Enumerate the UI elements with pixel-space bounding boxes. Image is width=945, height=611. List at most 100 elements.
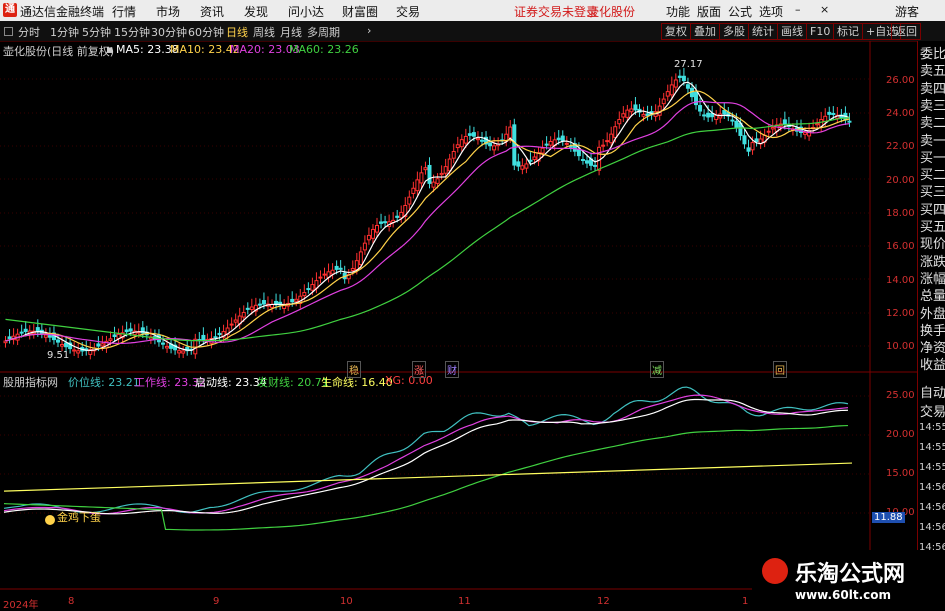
biaoji-button[interactable]: 标记 <box>833 23 863 40</box>
candle-body <box>165 345 170 349</box>
menu-jiaoyi[interactable]: 交易 <box>396 3 420 20</box>
auto-trade-item[interactable]: 自动 <box>920 384 945 404</box>
minimize-icon[interactable]: – <box>795 3 801 16</box>
menu-faxian[interactable]: 发现 <box>244 3 268 20</box>
candle-body <box>47 335 52 338</box>
user-label[interactable]: 游客 <box>895 3 919 20</box>
watermark-url: www.60lt.com <box>795 588 892 602</box>
candle-body <box>544 143 549 146</box>
candle-body <box>702 114 707 117</box>
candle-body <box>479 139 484 142</box>
app-title: 通达信金融终端 <box>20 5 105 19</box>
candle-body <box>350 267 355 271</box>
candle-body <box>528 159 533 162</box>
tab-fenshi[interactable]: 分时 <box>18 24 40 40</box>
candle-body <box>43 334 48 338</box>
menu-shichang[interactable]: 市场 <box>156 3 180 20</box>
diejia-button[interactable]: 叠加 <box>690 23 720 40</box>
tongji-button[interactable]: 统计 <box>748 23 778 40</box>
tab-15min[interactable]: 15分钟 <box>114 24 150 40</box>
tab-multi-period[interactable]: 多周期 <box>307 24 340 40</box>
duogu-button[interactable]: 多股 <box>719 23 749 40</box>
menu-caifuquan[interactable]: 财富圈 <box>342 3 378 20</box>
candle-body <box>160 342 165 345</box>
candle-body <box>415 179 420 192</box>
date-label: 12 <box>597 596 610 607</box>
tab-monthly[interactable]: 月线 <box>280 24 302 40</box>
menu-gongshi[interactable]: 公式 <box>728 3 752 20</box>
candle-body <box>520 165 525 170</box>
tab-60min[interactable]: 60分钟 <box>188 24 224 40</box>
candle-body <box>471 132 476 137</box>
menu-wenxiaoda[interactable]: 问小达 <box>288 3 324 20</box>
more-chevron-icon[interactable]: › <box>367 24 371 37</box>
candle-body <box>451 151 456 159</box>
candle-body <box>112 334 117 338</box>
tab-weekly[interactable]: 周线 <box>253 24 275 40</box>
sub-y-axis-label: 20.00 <box>886 429 915 440</box>
candle-body <box>124 329 129 333</box>
candle-body <box>548 141 553 146</box>
candle-body <box>722 110 727 115</box>
candle-body <box>241 311 246 318</box>
stock-menu[interactable]: 壶化股份 <box>587 3 635 20</box>
candle-body <box>72 349 77 352</box>
candle-body <box>201 334 206 341</box>
fuquan-button[interactable]: 复权 <box>661 23 691 40</box>
candle-body <box>177 350 182 354</box>
date-label: 9 <box>213 596 220 607</box>
low-price-label: 9.51 <box>47 350 70 361</box>
tab-1min[interactable]: 1分钟 <box>50 24 79 40</box>
tab-daily[interactable]: 日线 <box>226 24 248 40</box>
trade-time: 14:55 <box>919 442 945 453</box>
trade-login-notice[interactable]: 证券交易未登录 <box>514 3 598 20</box>
candle-body <box>831 112 836 115</box>
candle-body <box>750 142 755 151</box>
jiaweixian-line <box>3 386 849 514</box>
candle-body <box>847 120 852 123</box>
tab-5min[interactable]: 5分钟 <box>82 24 111 40</box>
candle-body <box>815 123 820 126</box>
date-label: 10 <box>340 596 353 607</box>
huaxian-button[interactable]: 画线 <box>777 23 807 40</box>
menu-gongneng[interactable]: 功能 <box>666 3 690 20</box>
kline-chart[interactable] <box>0 41 917 609</box>
marker-jian: 减 <box>650 361 664 378</box>
candle-body <box>661 98 666 105</box>
candle-body <box>463 135 468 144</box>
candle-body <box>698 105 703 112</box>
candle-body <box>55 339 60 343</box>
menu-hangqing[interactable]: 行情 <box>112 3 136 20</box>
candle-body <box>322 273 327 276</box>
candle-body <box>782 119 787 126</box>
candle-body <box>249 306 254 311</box>
f10-button[interactable]: F10 <box>806 23 835 40</box>
candle-body <box>217 332 222 336</box>
candle-body <box>229 323 234 326</box>
back-button[interactable]: 返回 <box>891 23 921 40</box>
candle-body <box>411 187 416 194</box>
candle-body <box>629 108 634 113</box>
auto-trade-item[interactable]: 交易 <box>920 403 945 423</box>
tab-30min[interactable]: 30分钟 <box>151 24 187 40</box>
candle-body <box>435 178 440 184</box>
candle-body <box>261 300 266 305</box>
candle-body <box>338 267 343 270</box>
menu-zixun[interactable]: 资讯 <box>200 3 224 20</box>
trade-time: 14:56 <box>919 502 945 513</box>
indicator-name: 股朋指标网 <box>3 376 58 389</box>
candle-body <box>681 75 686 82</box>
candle-body <box>605 140 610 143</box>
candle-body <box>827 111 832 115</box>
menu-xuanxiang[interactable]: 选项 <box>759 3 783 20</box>
candle-body <box>294 298 299 302</box>
qidongxian-line <box>3 398 848 515</box>
menu-banmian[interactable]: 版面 <box>697 3 721 20</box>
collapse-icon[interactable] <box>4 27 13 36</box>
quote-panel: 委比 卖五 卖四 卖三 卖二 卖一 买一 买二 买三 买四 买五 现价 涨跌 涨幅 总量 外盘 换手 净资 收益 自动… <box>917 41 945 609</box>
y-axis-label: 14.00 <box>886 275 915 286</box>
candle-body <box>540 147 545 154</box>
candle-body <box>584 160 589 164</box>
date-label: 1 <box>742 596 749 607</box>
close-icon[interactable]: × <box>820 3 829 16</box>
